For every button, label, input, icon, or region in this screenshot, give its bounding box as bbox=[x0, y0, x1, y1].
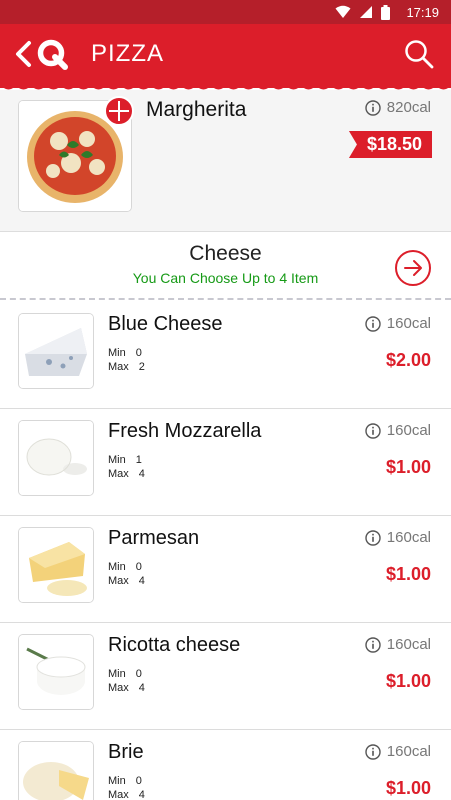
option-row[interactable]: Parmesan Min 0 Max 4 160cal $1.00 bbox=[0, 517, 451, 623]
max-label: Max bbox=[108, 575, 129, 587]
option-image bbox=[18, 313, 94, 389]
max-value: 4 bbox=[138, 682, 145, 694]
search-icon[interactable] bbox=[403, 38, 435, 70]
option-group-subtitle: You Can Choose Up to 4 Item bbox=[132, 270, 319, 286]
option-min-max: Min 0 Max 4 bbox=[108, 560, 145, 588]
add-icon[interactable] bbox=[104, 96, 134, 126]
option-image bbox=[18, 634, 94, 710]
option-calories: 160cal bbox=[365, 529, 431, 546]
max-label: Max bbox=[108, 789, 129, 800]
min-value: 0 bbox=[135, 561, 142, 573]
app-bar-scallop-edge bbox=[0, 80, 451, 90]
min-value: 0 bbox=[135, 668, 142, 680]
max-label: Max bbox=[108, 682, 129, 694]
option-image bbox=[18, 741, 94, 800]
option-group-title: Cheese bbox=[189, 242, 262, 265]
option-price: $1.00 bbox=[385, 671, 431, 691]
wifi-icon bbox=[335, 5, 351, 18]
min-label: Min bbox=[108, 454, 126, 466]
option-name: Blue Cheese bbox=[108, 313, 223, 335]
arrow-right-circle-icon[interactable] bbox=[394, 249, 432, 287]
max-value: 4 bbox=[138, 575, 145, 587]
page-title: PIZZA bbox=[91, 40, 165, 67]
signal-icon bbox=[360, 6, 373, 18]
option-name: Ricotta cheese bbox=[108, 634, 241, 656]
option-row[interactable]: Fresh Mozzarella Min 1 Max 4 160cal $1.00 bbox=[0, 410, 451, 516]
min-label: Min bbox=[108, 668, 126, 680]
status-icons: 17:19 bbox=[335, 0, 439, 24]
back-button[interactable] bbox=[14, 38, 72, 70]
option-calories: 160cal bbox=[365, 315, 431, 332]
min-value: 0 bbox=[135, 347, 142, 359]
min-label: Min bbox=[108, 775, 126, 787]
max-value: 2 bbox=[138, 361, 145, 373]
status-bar: 17:19 bbox=[0, 0, 451, 24]
option-image bbox=[18, 527, 94, 603]
info-icon bbox=[365, 99, 381, 116]
option-min-max: Min 0 Max 4 bbox=[108, 774, 145, 800]
option-price: $2.00 bbox=[385, 350, 431, 370]
option-calories-value: 160cal bbox=[386, 743, 431, 760]
info-icon bbox=[365, 422, 381, 439]
option-calories-value: 160cal bbox=[386, 529, 431, 546]
item-price-tag: $18.50 bbox=[348, 131, 432, 158]
option-calories: 160cal bbox=[365, 636, 431, 653]
max-label: Max bbox=[108, 468, 129, 480]
info-icon bbox=[365, 743, 381, 760]
max-value: 4 bbox=[138, 468, 145, 480]
option-image bbox=[18, 420, 94, 496]
app-bar: PIZZA bbox=[0, 24, 451, 88]
option-min-max: Min 0 Max 2 bbox=[108, 346, 145, 374]
battery-icon bbox=[381, 4, 391, 20]
option-name: Parmesan bbox=[108, 527, 200, 549]
item-calories-value: 820cal bbox=[386, 99, 431, 116]
item-calories: 820cal bbox=[365, 99, 431, 116]
app-logo-icon bbox=[37, 39, 68, 70]
status-time: 17:19 bbox=[406, 4, 439, 20]
option-row[interactable]: Ricotta cheese Min 0 Max 4 160cal $1.00 bbox=[0, 624, 451, 730]
max-value: 4 bbox=[138, 789, 145, 800]
info-icon bbox=[365, 315, 381, 332]
min-value: 0 bbox=[135, 775, 142, 787]
option-calories-value: 160cal bbox=[386, 422, 431, 439]
info-icon bbox=[365, 529, 381, 546]
option-min-max: Min 0 Max 4 bbox=[108, 667, 145, 695]
info-icon bbox=[365, 636, 381, 653]
min-label: Min bbox=[108, 347, 126, 359]
option-calories: 160cal bbox=[365, 422, 431, 439]
min-value: 1 bbox=[135, 454, 142, 466]
option-calories: 160cal bbox=[365, 743, 431, 760]
option-price: $1.00 bbox=[385, 457, 431, 477]
option-row[interactable]: Blue Cheese Min 0 Max 2 160cal $2.00 bbox=[0, 303, 451, 409]
back-icon bbox=[16, 41, 31, 67]
min-label: Min bbox=[108, 561, 126, 573]
item-name: Margherita bbox=[146, 98, 247, 121]
option-name: Fresh Mozzarella bbox=[108, 420, 262, 442]
option-calories-value: 160cal bbox=[386, 636, 431, 653]
option-row[interactable]: Brie Min 0 Max 4 160cal $1.00 bbox=[0, 731, 451, 800]
option-name: Brie bbox=[108, 741, 144, 763]
dashed-divider bbox=[0, 298, 451, 302]
option-calories-value: 160cal bbox=[386, 315, 431, 332]
max-label: Max bbox=[108, 361, 129, 373]
option-price: $1.00 bbox=[385, 564, 431, 584]
option-min-max: Min 1 Max 4 bbox=[108, 453, 145, 481]
option-price: $1.00 bbox=[385, 778, 431, 798]
